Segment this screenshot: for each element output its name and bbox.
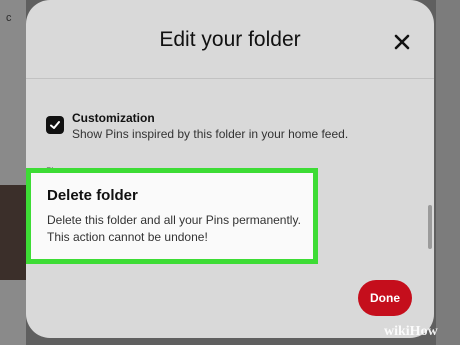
delete-folder-title: Delete folder	[47, 187, 138, 204]
background-text: c	[6, 12, 12, 24]
modal-scrollbar[interactable]	[428, 205, 432, 249]
customization-description: Show Pins inspired by this folder in you…	[72, 127, 349, 141]
modal-header: Edit your folder	[26, 0, 434, 80]
delete-folder-description: Delete this folder and all your Pins per…	[47, 213, 301, 244]
done-button[interactable]: Done	[358, 280, 412, 316]
delete-folder-option[interactable]: Delete folder Delete this folder and all…	[26, 168, 318, 264]
background-pin-thumbnail	[0, 185, 26, 280]
checkmark-icon	[50, 121, 60, 129]
modal-title: Edit your folder	[159, 28, 301, 51]
customization-label: Customization	[72, 111, 155, 125]
header-divider	[26, 78, 434, 79]
wikihow-watermark: wikiHow	[384, 324, 438, 339]
background-strip-left	[0, 0, 26, 345]
close-icon-glyph	[394, 34, 410, 50]
edit-folder-modal: Edit your folder Customization Show Pins…	[26, 0, 434, 338]
customization-checkbox[interactable]	[46, 116, 64, 134]
background-strip-right	[436, 0, 460, 345]
close-icon[interactable]	[388, 28, 416, 56]
